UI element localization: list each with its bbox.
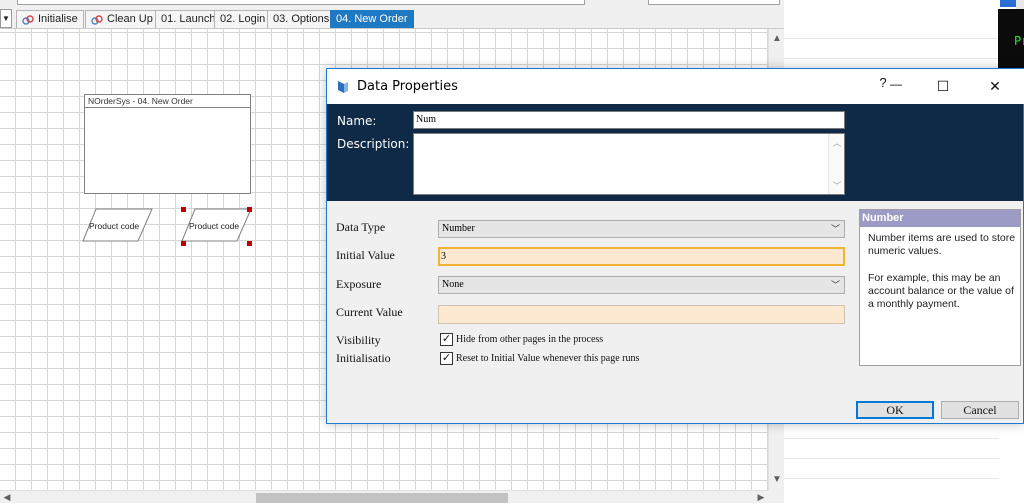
selection-handle[interactable] — [247, 241, 252, 246]
data-type-value: Number — [442, 223, 475, 234]
data-type-label: Data Type — [336, 220, 386, 234]
name-input[interactable]: Num — [413, 111, 845, 129]
tab-dropdown-button[interactable]: ▼ — [0, 9, 12, 28]
initialisation-checkbox[interactable]: ✓ — [440, 352, 453, 365]
scroll-right-arrow-icon[interactable]: ▶ — [754, 491, 768, 504]
help-heading: Number — [860, 210, 1020, 227]
current-value-field — [438, 305, 845, 324]
initial-value-input[interactable]: 3 — [438, 247, 845, 266]
tab-launch[interactable]: 01. Launch — [155, 10, 222, 28]
canvas-horizontal-scrollbar[interactable]: ◀ ▶ — [0, 490, 768, 503]
description-label: Description: — [337, 137, 410, 151]
help-text: For example, this may be an account bala… — [868, 272, 1014, 310]
tab-label: 04. New Order — [336, 13, 408, 25]
selection-handle[interactable] — [247, 207, 252, 212]
visibility-checkbox-label[interactable]: Hide from other pages in the process — [456, 334, 603, 345]
selection-handle[interactable] — [181, 207, 186, 212]
terminal-text: Pr — [1014, 34, 1024, 48]
dialog-header-band: Name: Num Description: ︿ ﹀ — [327, 104, 1023, 201]
ok-button[interactable]: OK — [856, 401, 934, 419]
tab-clean-up[interactable]: Clean Up — [85, 10, 159, 28]
page-info-stage[interactable]: NOrderSys - 04. New Order — [84, 94, 251, 194]
tab-initialise[interactable]: Initialise — [16, 10, 84, 28]
data-type-select[interactable]: Number ﹀ — [438, 220, 845, 238]
taskbar-app-icon[interactable] — [1000, 0, 1016, 7]
stage-link-icon — [22, 14, 34, 25]
top-input-box-right[interactable] — [648, 0, 780, 5]
scroll-left-arrow-icon[interactable]: ◀ — [0, 491, 14, 504]
current-value-label: Current Value — [336, 305, 403, 319]
stage-link-icon — [91, 14, 103, 25]
initialisation-checkbox-label[interactable]: Reset to Initial Value whenever this pag… — [456, 353, 639, 364]
initialisation-label: Initialisatio — [336, 351, 391, 365]
chevron-down-icon: ﹀ — [830, 280, 840, 290]
tab-new-order[interactable]: 04. New Order — [330, 10, 414, 28]
scroll-up-arrow-icon[interactable]: ︿ — [829, 136, 845, 149]
name-label: Name: — [337, 114, 377, 128]
visibility-label: Visibility — [336, 333, 381, 347]
tab-label: 01. Launch — [161, 13, 216, 25]
scroll-down-arrow-icon[interactable]: ▼ — [769, 472, 785, 488]
scrollbar-thumb[interactable] — [256, 493, 508, 503]
scroll-down-arrow-icon[interactable]: ﹀ — [829, 179, 845, 192]
dialog-title: Data Properties — [357, 79, 458, 94]
scrollbar-corner — [768, 490, 784, 503]
top-input-box[interactable] — [17, 0, 585, 5]
data-item-label: Product code — [189, 221, 240, 231]
chevron-down-icon: ﹀ — [830, 224, 840, 234]
tab-label: Clean Up — [107, 13, 153, 25]
visibility-checkbox[interactable]: ✓ — [440, 333, 453, 346]
tab-label: Initialise — [38, 13, 78, 25]
background-window-edge — [1016, 0, 1024, 9]
maximize-button[interactable]: ☐ — [920, 69, 966, 104]
scroll-up-arrow-icon[interactable]: ▲ — [769, 31, 785, 47]
page-info-title: NOrderSys - 04. New Order — [85, 95, 250, 108]
initial-value-label: Initial Value — [336, 248, 395, 262]
tab-label: 02. Login — [220, 13, 266, 25]
exposure-label: Exposure — [336, 277, 382, 291]
description-scrollbar[interactable]: ︿ ﹀ — [828, 134, 844, 194]
description-input[interactable]: ︿ ﹀ — [413, 133, 845, 195]
app-logo-icon — [338, 81, 348, 93]
exposure-select[interactable]: None ﹀ — [438, 276, 845, 294]
minimize-button[interactable]: — — [887, 69, 905, 104]
tab-label: 03. Options — [273, 13, 330, 25]
dialog-titlebar[interactable]: Data Properties ? — ☐ ✕ — [327, 69, 1024, 104]
cancel-button[interactable]: Cancel — [941, 401, 1019, 419]
help-panel: Number Number items are used to store nu… — [859, 209, 1021, 366]
data-item-label: Product code — [89, 221, 140, 231]
data-properties-dialog: Data Properties ? — ☐ ✕ Name: Num Descri… — [326, 68, 1024, 424]
tab-login[interactable]: 02. Login — [214, 10, 272, 28]
page-tab-bar: ▼ Initialise Clean Up 01. Launch 02. Log… — [0, 9, 784, 29]
exposure-value: None — [442, 279, 464, 290]
close-button[interactable]: ✕ — [972, 69, 1018, 104]
tab-options[interactable]: 03. Options — [267, 10, 336, 28]
help-text: Number items are used to store numeric v… — [868, 232, 1016, 257]
selection-handle[interactable] — [181, 241, 186, 246]
